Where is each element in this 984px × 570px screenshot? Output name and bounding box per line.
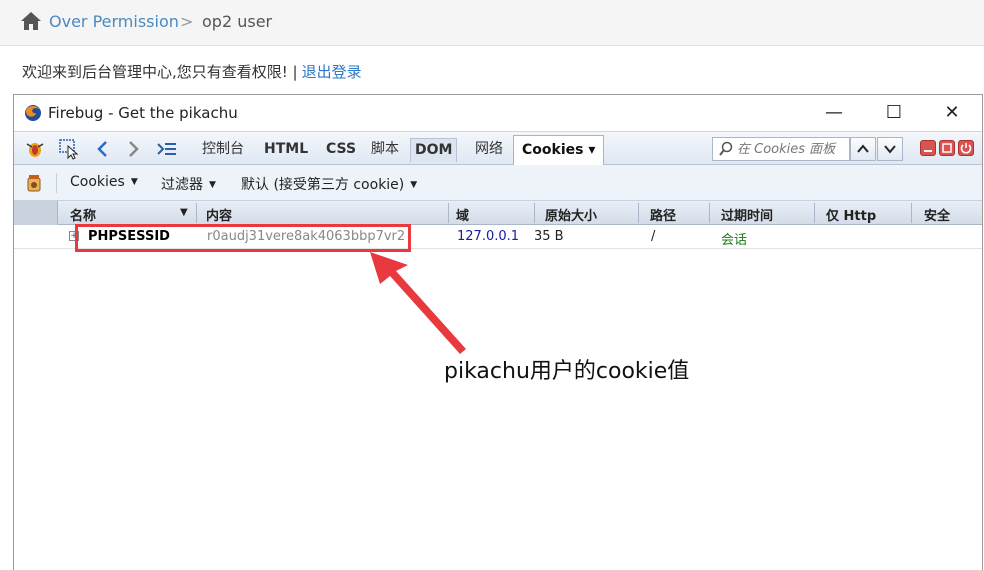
minimize-button[interactable]: — [814,99,854,127]
cookies-menu-label: Cookies [70,174,125,190]
column-divider [814,203,815,223]
cookie-path: / [651,229,656,244]
breadcrumb-link-over-permission[interactable]: Over Permission [49,12,179,31]
search-input[interactable] [737,140,847,158]
cookie-expires: 会话 [721,233,748,248]
back-arrow-icon[interactable] [92,138,114,160]
toolbar-divider [56,173,57,193]
default-policy-label: 默认 (接受第三方 cookie) [241,177,405,193]
cookie-size: 35 B [534,229,564,244]
window-titlebar: Firebug - Get the pikachu — ☐ ✕ [14,95,982,131]
chevron-down-icon [884,145,896,154]
welcome-message: 欢迎来到后台管理中心,您只有查看权限! | 退出登录 [22,61,362,82]
window-title: Firebug - Get the pikachu [48,104,238,122]
command-line-icon[interactable] [156,138,178,160]
cookie-jar-icon[interactable] [24,173,44,193]
tab-html[interactable]: HTML [260,138,312,162]
power-icon [960,143,972,154]
cookies-table-header: 名称 ▼ 内容 域 原始大小 路径 过期时间 仅 Http 安全 [58,201,982,225]
filter-menu[interactable]: 过滤器 ▼ [161,174,216,194]
column-divider [448,203,449,223]
cookies-toolbar: Cookies ▼ 过滤器 ▼ 默认 (接受第三方 cookie) ▼ [14,165,982,201]
firebug-bug-icon[interactable] [24,138,46,160]
search-icon [719,141,733,156]
breadcrumb-separator: > [180,12,194,31]
caret-down-icon: ▼ [130,177,138,187]
search-box [712,137,850,161]
tab-console[interactable]: 控制台 [198,138,248,162]
caret-down-icon: ▼ [410,180,418,190]
firebug-panel-toolbar: 控制台 HTML CSS 脚本 DOM 网络 Cookies ▾ [14,131,982,166]
close-window-button[interactable]: ✕ [932,99,972,127]
column-secure[interactable]: 安全 [924,205,950,224]
home-icon[interactable] [20,11,42,31]
firefox-icon [25,105,41,121]
breadcrumb-current: op2 user [202,12,273,31]
column-content[interactable]: 内容 [206,205,232,224]
tab-css[interactable]: CSS [322,138,360,162]
column-divider [534,203,535,223]
column-divider [638,203,639,223]
column-domain[interactable]: 域 [456,205,469,224]
minimize-firebug-button[interactable] [920,140,936,156]
sort-desc-icon[interactable]: ▼ [180,207,188,218]
search-next-button[interactable] [877,137,903,161]
annotation-text: pikachu用户的cookie值 [444,359,690,384]
default-policy-menu[interactable]: 默认 (接受第三方 cookie) ▼ [241,174,417,194]
inspect-element-icon[interactable] [58,138,80,160]
firebug-window: Firebug - Get the pikachu — ☐ ✕ 控制台 HTML… [13,94,983,570]
welcome-text: 欢迎来到后台管理中心,您只有查看权限! | [22,63,298,81]
chevron-up-icon [857,144,869,153]
column-divider [911,203,912,223]
logout-link[interactable]: 退出登录 [302,63,362,81]
tab-net[interactable]: 网络 [471,138,507,162]
forward-arrow-icon[interactable] [122,138,144,160]
column-name[interactable]: 名称 [70,205,96,224]
column-divider [709,203,710,223]
detach-icon [942,143,952,153]
cookie-domain: 127.0.0.1 [457,229,520,244]
tab-script[interactable]: 脚本 [367,138,403,162]
cookies-menu[interactable]: Cookies ▼ [70,174,138,190]
detach-firebug-button[interactable] [939,140,955,156]
close-firebug-button[interactable] [958,140,974,156]
search-prev-button[interactable] [850,137,876,161]
column-http-only[interactable]: 仅 Http [826,205,876,224]
filter-menu-label: 过滤器 [161,177,203,193]
tab-cookies[interactable]: Cookies ▾ [513,135,605,166]
tab-dom[interactable]: DOM [410,138,458,162]
highlight-box [75,224,411,252]
column-expires[interactable]: 过期时间 [721,205,773,224]
minimize-icon [924,150,932,152]
breadcrumb: Over Permission > op2 user [0,0,984,46]
caret-down-icon: ▼ [209,180,216,190]
column-divider [196,203,197,223]
row-gutter [14,201,58,225]
column-raw-size[interactable]: 原始大小 [545,205,597,224]
maximize-button[interactable]: ☐ [874,99,914,127]
column-path[interactable]: 路径 [650,205,676,224]
